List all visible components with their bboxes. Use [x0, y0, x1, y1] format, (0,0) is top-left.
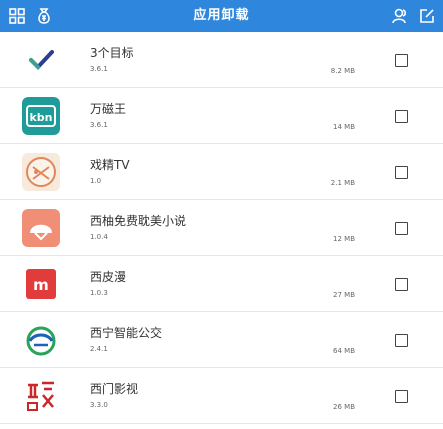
app-version: 3.6.1 — [90, 121, 108, 129]
app-name: 万磁王 — [90, 102, 127, 116]
select-checkbox[interactable] — [395, 390, 408, 403]
select-checkbox[interactable] — [395, 54, 408, 67]
user-icon[interactable] — [391, 7, 409, 25]
page-title: 应用卸载 — [193, 8, 250, 23]
list-item[interactable]: kbn 万磁王 3.6.1 14 MB — [0, 88, 443, 144]
list-item[interactable]: 西柚免费耽美小说 1.0.4 12 MB — [0, 200, 443, 256]
app-size: 26 MB — [333, 403, 355, 411]
calligraphy-logo-icon — [22, 377, 60, 415]
app-size: 64 MB — [333, 347, 355, 355]
svg-text:kbn: kbn — [29, 111, 52, 124]
app-name: 3个目标 — [90, 46, 134, 60]
app-name: 西门影视 — [90, 382, 139, 396]
app-list: 3个目标 3.6.1 8.2 MB kbn 万磁王 3.6.1 14 MB 戏精… — [0, 32, 443, 424]
list-item[interactable]: 戏精TV 1.0 2.1 MB — [0, 144, 443, 200]
app-size: 12 MB — [333, 235, 355, 243]
app-name: 戏精TV — [90, 158, 130, 172]
app-version: 3.6.1 — [90, 65, 108, 73]
app-size: 14 MB — [333, 123, 355, 131]
top-bar: 应用卸载 — [0, 0, 443, 32]
select-checkbox[interactable] — [395, 334, 408, 347]
svg-text:m: m — [33, 276, 49, 294]
list-item[interactable]: m 西皮漫 1.0.3 27 MB — [0, 256, 443, 312]
select-checkbox[interactable] — [395, 222, 408, 235]
app-version: 2.4.1 — [90, 345, 108, 353]
edit-icon[interactable] — [418, 7, 436, 25]
app-version: 3.3.0 — [90, 401, 108, 409]
select-checkbox[interactable] — [395, 278, 408, 291]
m-logo-icon: m — [22, 265, 60, 303]
checkmark-icon — [22, 41, 60, 79]
app-version: 1.0.4 — [90, 233, 108, 241]
app-version: 1.0.3 — [90, 289, 108, 297]
list-item[interactable]: 西宁智能公交 2.4.1 64 MB — [0, 312, 443, 368]
app-name: 西宁智能公交 — [90, 326, 163, 340]
select-checkbox[interactable] — [395, 110, 408, 123]
app-size: 27 MB — [333, 291, 355, 299]
list-item[interactable]: 3个目标 3.6.1 8.2 MB — [0, 32, 443, 88]
mask-logo-icon — [22, 153, 60, 191]
app-name: 西皮漫 — [90, 270, 127, 284]
dome-logo-icon — [22, 209, 60, 247]
app-size: 2.1 MB — [330, 179, 355, 187]
bus-swirl-logo-icon — [22, 321, 60, 359]
app-version: 1.0 — [90, 177, 102, 185]
app-size: 8.2 MB — [330, 67, 355, 75]
select-checkbox[interactable] — [395, 166, 408, 179]
app-name: 西柚免费耽美小说 — [90, 214, 187, 228]
kbn-logo-icon: kbn — [22, 97, 60, 135]
list-item[interactable]: 西门影视 3.3.0 26 MB — [0, 368, 443, 424]
